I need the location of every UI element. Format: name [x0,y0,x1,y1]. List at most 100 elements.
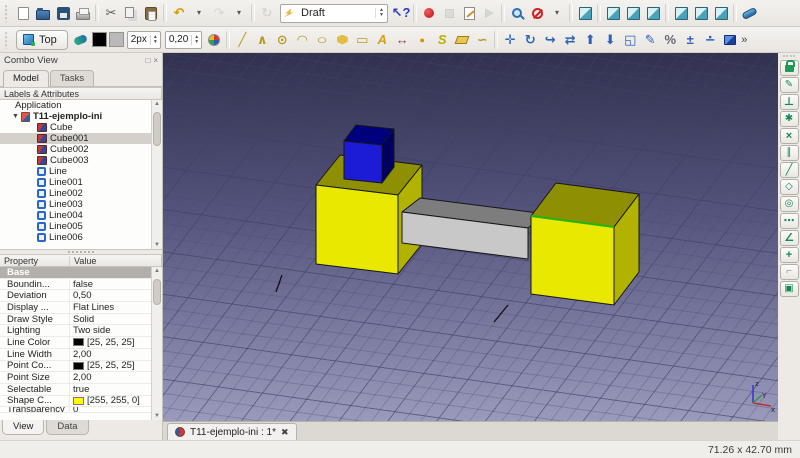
draft-bezier-button[interactable]: ∽ [472,29,492,51]
scale-spinbox[interactable]: 0,20 ▲ ▼ [164,30,203,49]
tree-item-line[interactable]: Line [0,166,151,177]
prop-bounding-box[interactable]: Boundin... false [0,278,151,291]
yellow-box-right[interactable] [530,182,640,306]
document-tab[interactable]: T11-ejemplo-ini : 1* ✖ [167,423,297,440]
draft-del-point-button[interactable]: ∸ [700,29,720,51]
draft-line-button[interactable]: ╱ [232,29,252,51]
autogroup-button[interactable] [204,29,224,51]
prop-deviation[interactable]: Deviation 0,50 [0,290,151,303]
draft-ellipse-button[interactable]: ○ [312,29,332,51]
macro-stop-button[interactable] [439,2,459,24]
whats-this-button[interactable]: ↖? [391,2,411,24]
property-value[interactable]: 0,50 [70,290,151,301]
draft-style-toggle-button[interactable] [71,29,91,51]
snap-endpoint-button[interactable]: ✎ [779,77,799,93]
snap-center-button[interactable]: ◎ [779,196,799,212]
undo-button[interactable]: ↶ [169,2,189,24]
scroll-down-icon[interactable]: ▼ [152,242,162,248]
tree-item-line001[interactable]: Line001 [0,177,151,188]
snap-midpoint-button[interactable]: ╱ [779,162,799,178]
spin-arrows-icon[interactable]: ▲ ▼ [149,34,160,45]
tree-item-line006[interactable]: Line006 [0,232,151,243]
draft-arc-button[interactable]: ◠ [292,29,312,51]
toolbar-overflow-button[interactable]: » [741,34,747,46]
property-value[interactable]: 2,00 [70,372,151,383]
tree-item-line003[interactable]: Line003 [0,199,151,210]
prop-group-base[interactable]: Base [0,267,151,279]
gray-bar[interactable] [401,197,547,260]
draft-trimex-button[interactable]: ⇄ [560,29,580,51]
snap-parallel-button[interactable]: ∥ [779,145,799,161]
tree-item-cube002[interactable]: Cube002 [0,144,151,155]
prop-selectable[interactable]: Selectable true [0,383,151,396]
close-tab-icon[interactable]: ✖ [281,427,289,438]
redo-dropdown[interactable]: ▾ [229,2,249,24]
draft-dimension-button[interactable]: ↔ [392,29,412,51]
scroll-down-icon[interactable]: ▼ [152,413,162,419]
draft-rotate-button[interactable]: ↻ [520,29,540,51]
view-right-button[interactable] [643,2,663,24]
refresh-button[interactable]: ↻ [257,2,277,24]
draft-rectangle-button[interactable]: ▭ [352,29,372,51]
draft-add-point-button[interactable]: ± [680,29,700,51]
prop-transparency[interactable]: Transparency 0 [0,407,151,414]
view-rear-button[interactable] [671,2,691,24]
draft-line-object[interactable] [275,274,283,293]
draft-line-object[interactable] [493,304,509,323]
prop-line-color[interactable]: Line Color [25, 25, 25] [0,336,151,349]
snap-extension-button[interactable]: ⋯ [779,213,799,229]
prop-point-size[interactable]: Point Size 2,00 [0,372,151,384]
property-value[interactable]: Solid [70,314,151,325]
line-color-button[interactable] [91,32,107,47]
view-bottom-button[interactable] [691,2,711,24]
snap-workingplane-button[interactable]: ▣ [779,281,799,297]
value-column-label[interactable]: Value [70,256,96,266]
draft-polygon-button[interactable] [332,29,352,51]
snap-dimensions-button[interactable]: ⌐ [779,264,799,280]
snap-lock-button[interactable] [779,59,799,76]
tree-item-line002[interactable]: Line002 [0,188,151,199]
draft-edit-button[interactable]: ✎ [640,29,660,51]
3d-viewport[interactable]: z Y x [163,53,778,421]
tree-scrollbar[interactable]: ▲ ▼ [151,100,162,249]
macro-play-button[interactable] [479,2,499,24]
property-value[interactable]: [25, 25, 25] [70,337,151,348]
save-button[interactable] [53,2,73,24]
tree-expander[interactable]: ▼ [12,113,21,120]
view-top-button[interactable] [623,2,643,24]
draft-downgrade-button[interactable]: ⬇ [600,29,620,51]
snap-near-button[interactable]: ∠ [779,230,799,246]
draft-shape2dview-button[interactable] [720,29,740,51]
tab-view[interactable]: View [2,420,45,435]
tab-data[interactable]: Data [46,420,89,435]
draft-circle-button[interactable]: ⊙ [272,29,292,51]
draw-style-dropdown[interactable]: ▾ [547,2,567,24]
tree-item-document[interactable]: ▼ T11-ejemplo-ini [0,111,151,122]
draft-upgrade-button[interactable]: ⬆ [580,29,600,51]
draft-facebinder-button[interactable] [452,29,472,51]
paste-button[interactable] [141,2,161,24]
prop-display-mode[interactable]: Display ... Flat Lines [0,301,151,314]
prop-draw-style[interactable]: Draw Style Solid [0,313,151,326]
view-left-button[interactable] [711,2,731,24]
redo-button[interactable]: ↷ [209,2,229,24]
scroll-up-icon[interactable]: ▲ [152,268,162,274]
measure-distance-button[interactable] [739,2,759,24]
snap-special-button[interactable]: ◇ [779,179,799,195]
view-axonometric-button[interactable] [575,2,595,24]
view-front-button[interactable] [603,2,623,24]
prop-lighting[interactable]: Lighting Two side [0,325,151,338]
tree-item-cube001[interactable]: Cube001 [0,133,151,144]
draft-wire-button[interactable]: ∧ [252,29,272,51]
tab-tasks[interactable]: Tasks [49,70,95,86]
spin-arrows-icon[interactable]: ▲ ▼ [191,34,201,45]
draw-style-button[interactable] [527,2,547,24]
print-button[interactable] [73,2,93,24]
property-column-label[interactable]: Property [0,255,70,266]
close-panel-icon[interactable]: × [153,56,158,65]
property-value[interactable]: Flat Lines [70,302,151,313]
face-color-button[interactable] [108,32,124,47]
prop-line-width[interactable]: Line Width 2,00 [0,348,151,361]
property-value[interactable]: false [70,279,151,290]
draft-bspline-button[interactable]: S [432,29,452,51]
